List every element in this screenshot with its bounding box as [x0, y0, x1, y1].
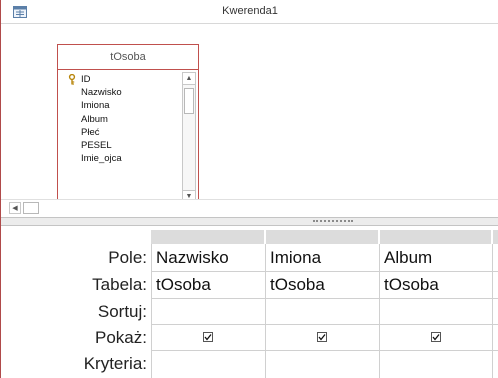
criteria-cell[interactable]: [152, 354, 264, 374]
show-checkbox[interactable]: [431, 332, 441, 342]
field-item[interactable]: PESEL: [64, 139, 180, 152]
scroll-up-icon[interactable]: ▲: [183, 73, 195, 85]
table-name[interactable]: tOsoba: [58, 45, 198, 70]
field-label: ID: [81, 74, 91, 85]
scroll-left-icon[interactable]: ◀: [9, 202, 21, 214]
hscroll-thumb[interactable]: [23, 202, 39, 214]
show-checkbox[interactable]: [203, 332, 213, 342]
field-label: Płeć: [81, 126, 100, 138]
table-pane[interactable]: tOsoba ID Nazwisko Imiona Album Płeć PES…: [1, 24, 498, 207]
row-label-table: Tabela:: [92, 275, 147, 294]
pane-splitter[interactable]: [1, 217, 498, 226]
window-title: Kwerenda1: [222, 5, 278, 17]
grid-line: [151, 324, 498, 325]
grid-line: [151, 350, 498, 351]
title-bar: Kwerenda1: [1, 0, 498, 24]
grid-line: [151, 298, 498, 299]
checkmark-icon: [204, 334, 212, 341]
grid-line: [492, 244, 493, 378]
criteria-cell[interactable]: [380, 354, 491, 374]
table-cell[interactable]: tOsoba: [152, 275, 264, 295]
key-icon: [67, 73, 77, 85]
column-selector[interactable]: [380, 230, 492, 244]
sort-cell[interactable]: [380, 302, 491, 322]
field-label: PESEL: [81, 139, 112, 151]
splitter-grip[interactable]: [313, 220, 353, 223]
row-label-field: Pole:: [108, 248, 147, 267]
field-item[interactable]: Album: [64, 113, 180, 126]
show-checkbox[interactable]: [317, 332, 327, 342]
column-selector[interactable]: [151, 230, 265, 244]
design-grid[interactable]: Pole: Tabela: Sortuj: Pokaż: Kryteria: N…: [1, 226, 498, 378]
field-cell[interactable]: Nazwisko: [152, 248, 264, 268]
field-label: Nazwisko: [81, 87, 122, 99]
field-item[interactable]: Płeć: [64, 126, 180, 139]
checkmark-icon: [432, 334, 440, 341]
field-item[interactable]: Nazwisko: [64, 86, 180, 99]
table-field-list[interactable]: tOsoba ID Nazwisko Imiona Album Płeć PES…: [57, 44, 199, 207]
field-item[interactable]: Imie_ojca: [64, 152, 180, 165]
query-design-window: Kwerenda1 tOsoba ID Nazwisko Imiona Albu…: [0, 0, 498, 378]
table-cell[interactable]: tOsoba: [266, 275, 378, 295]
field-list[interactable]: ID Nazwisko Imiona Album Płeć PESEL Imie…: [64, 73, 180, 203]
sort-cell[interactable]: [152, 302, 264, 322]
column-selector[interactable]: [266, 230, 379, 244]
field-label: Imie_ojca: [81, 153, 122, 165]
row-label-criteria: Kryteria:: [83, 354, 147, 373]
column-selector[interactable]: [493, 230, 498, 244]
criteria-cell[interactable]: [266, 354, 378, 374]
scroll-thumb[interactable]: [184, 88, 194, 114]
field-cell[interactable]: Imiona: [266, 248, 378, 268]
field-item[interactable]: ID: [64, 73, 180, 86]
field-label: Imiona: [81, 100, 110, 112]
field-item[interactable]: Imiona: [64, 99, 180, 112]
field-list-scrollbar[interactable]: ▲ ▼: [182, 72, 196, 203]
grid-line: [151, 271, 498, 272]
row-label-sort: Sortuj:: [97, 302, 147, 321]
sort-cell[interactable]: [266, 302, 378, 322]
field-label: Album: [81, 113, 108, 125]
row-label-show: Pokaż:: [95, 328, 147, 347]
checkmark-icon: [318, 334, 326, 341]
table-pane-hscrollbar[interactable]: ◀: [1, 199, 498, 217]
table-cell[interactable]: tOsoba: [380, 275, 491, 295]
field-cell[interactable]: Album: [380, 248, 491, 268]
